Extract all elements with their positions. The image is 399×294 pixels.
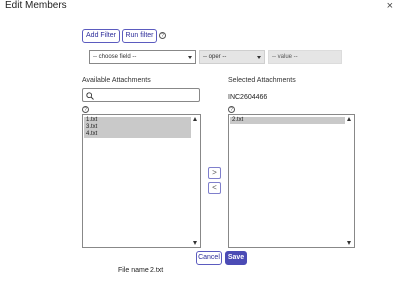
available-heading: Available Attachments xyxy=(82,77,151,84)
scroll-up-icon[interactable] xyxy=(347,117,351,121)
list-item[interactable]: 1.txt xyxy=(84,117,194,124)
scrollbar[interactable] xyxy=(191,115,200,247)
chevron-down-icon xyxy=(188,56,192,59)
file-name-value: 2.txt xyxy=(150,267,164,274)
chevron-down-icon xyxy=(257,56,261,59)
scroll-up-icon[interactable] xyxy=(193,117,197,121)
add-filter-button[interactable]: Add Filter xyxy=(82,29,120,43)
value-input[interactable]: -- value -- xyxy=(268,50,342,64)
available-list[interactable]: 1.txt 3.txt 4.txt xyxy=(82,114,201,248)
list-item[interactable]: 4.txt xyxy=(84,131,194,138)
list-item[interactable]: 3.txt xyxy=(84,124,194,131)
add-selected-button[interactable]: > xyxy=(208,167,221,179)
selected-heading: Selected Attachments xyxy=(228,77,296,84)
operator-select[interactable]: -- oper -- xyxy=(199,50,265,64)
dialog-title: Edit Members xyxy=(5,0,67,11)
available-help-icon[interactable]: ? xyxy=(82,106,89,113)
cancel-button[interactable]: Cancel xyxy=(196,251,222,265)
help-icon[interactable]: ? xyxy=(159,32,166,39)
close-icon[interactable]: × xyxy=(387,0,393,12)
record-number: INC2604466 xyxy=(228,94,268,101)
selected-list[interactable]: 2.txt xyxy=(228,114,355,248)
scroll-down-icon[interactable] xyxy=(347,241,351,245)
field-select[interactable]: -- choose field -- xyxy=(89,50,196,64)
save-button[interactable]: Save xyxy=(225,251,247,265)
run-filter-button[interactable]: Run filter xyxy=(122,29,157,43)
search-icon xyxy=(86,92,94,100)
list-item[interactable]: 2.txt xyxy=(230,117,348,124)
scroll-down-icon[interactable] xyxy=(193,241,197,245)
scrollbar[interactable] xyxy=(345,115,354,247)
selected-help-icon[interactable]: ? xyxy=(228,106,235,113)
file-name-label: File name xyxy=(118,267,149,274)
operator-select-value: -- oper -- xyxy=(203,54,227,60)
search-input[interactable] xyxy=(82,88,200,102)
field-select-value: -- choose field -- xyxy=(93,54,137,60)
remove-selected-button[interactable]: < xyxy=(208,182,221,194)
